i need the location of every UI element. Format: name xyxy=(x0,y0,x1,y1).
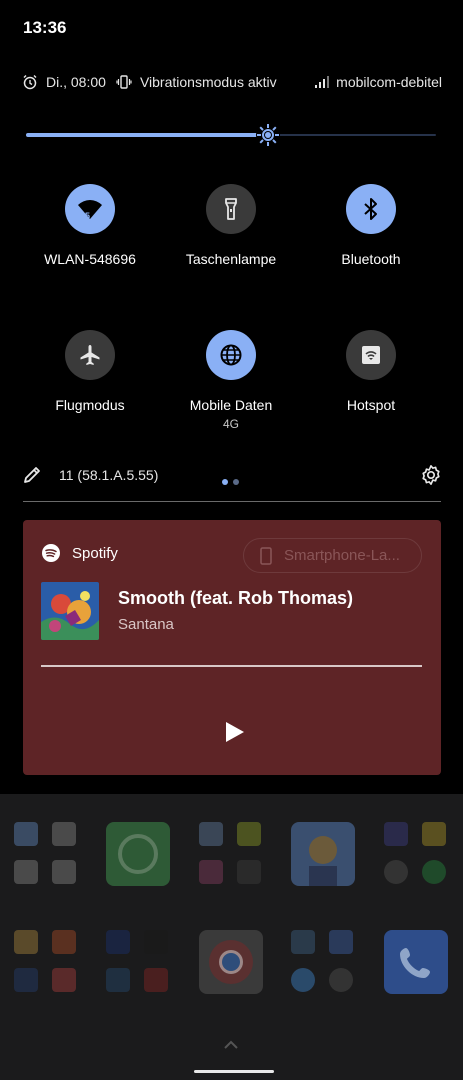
home-screen-background xyxy=(0,794,463,1080)
tile-wifi[interactable]: 5 WLAN-548696 xyxy=(20,184,160,267)
alarm-icon xyxy=(23,75,37,90)
app-icon xyxy=(14,930,38,954)
svg-text:5: 5 xyxy=(85,211,90,221)
disney-plus-icon xyxy=(106,930,130,954)
globe-icon[interactable] xyxy=(206,330,256,380)
tile-hotspot[interactable]: Hotspot xyxy=(301,330,441,413)
brightness-track xyxy=(278,134,436,136)
tile-mobile-data[interactable]: Mobile Daten 4G xyxy=(161,330,301,431)
chevron-up-icon[interactable] xyxy=(224,1040,238,1050)
netflix-icon xyxy=(144,930,168,954)
tile-label: Bluetooth xyxy=(341,251,401,267)
brightness-track-fill xyxy=(26,133,268,137)
app-icon xyxy=(291,930,315,954)
skrill-icon xyxy=(199,860,223,884)
seek-bar[interactable] xyxy=(41,665,422,667)
media-app-name: Spotify xyxy=(72,544,118,562)
media-app-header: Spotify xyxy=(42,544,118,562)
tile-sublabel: 4G xyxy=(222,417,239,431)
folder-streaming[interactable] xyxy=(106,930,170,994)
home-app-icon xyxy=(52,860,76,884)
phone-icon[interactable] xyxy=(384,930,448,994)
page-dot xyxy=(222,479,228,485)
page-indicator xyxy=(222,472,244,490)
prime-video-icon xyxy=(106,968,130,992)
navigation-handle[interactable] xyxy=(194,1070,274,1073)
airplane-icon[interactable] xyxy=(65,330,115,380)
tile-flashlight[interactable]: Taschenlampe xyxy=(161,184,301,267)
app-icon xyxy=(52,968,76,992)
spotify-icon xyxy=(42,544,60,562)
wifi-icon[interactable]: 5 xyxy=(65,184,115,234)
music-icon xyxy=(384,822,408,846)
track-title: Smooth (feat. Rob Thomas) xyxy=(118,588,353,608)
page-dot xyxy=(233,479,239,485)
alarm-time[interactable]: Di., 08:00 xyxy=(46,74,106,90)
edit-pencil-icon[interactable] xyxy=(22,465,42,485)
folder-apps[interactable] xyxy=(199,822,263,886)
telegram-icon xyxy=(291,968,315,992)
tile-airplane[interactable]: Flugmodus xyxy=(20,330,160,413)
brightness-icon[interactable] xyxy=(255,122,281,148)
track-artist: Santana xyxy=(118,616,174,633)
signal-icon xyxy=(315,76,330,88)
info-row: Di., 08:00 Vibrationsmodus aktiv mobilco… xyxy=(22,72,442,92)
brightness-slider[interactable] xyxy=(26,120,436,150)
chat-icon xyxy=(329,968,353,992)
folder-photo[interactable] xyxy=(14,930,78,994)
footer-divider xyxy=(23,501,441,502)
gmail-icon xyxy=(52,822,76,846)
status-time: 13:36 xyxy=(23,18,67,37)
folder-media[interactable] xyxy=(384,822,448,886)
smartphone-icon xyxy=(260,546,272,565)
album-art xyxy=(41,582,99,640)
tile-bluetooth[interactable]: Bluetooth xyxy=(301,184,441,267)
output-device-name: Smartphone-La... xyxy=(284,547,400,564)
lightroom-icon xyxy=(14,968,38,992)
output-device-chip[interactable]: Smartphone-La... xyxy=(243,538,422,573)
tile-label: Taschenlampe xyxy=(185,251,277,267)
flashlight-icon[interactable] xyxy=(206,184,256,234)
app-icon xyxy=(52,930,76,954)
chrome-icon[interactable] xyxy=(199,930,263,994)
spotify-app-icon xyxy=(422,860,446,884)
folder-social[interactable] xyxy=(291,930,355,994)
notification-shade: 13:36 Di., 08:00 Vibrationsmodus aktiv m… xyxy=(0,0,463,794)
quick-settings-footer: 11 (58.1.A.5.55) xyxy=(0,460,463,490)
fortnite-icon[interactable] xyxy=(291,822,355,886)
play-icon[interactable] xyxy=(222,720,246,744)
tile-label: WLAN-548696 xyxy=(44,251,136,267)
vibrate-icon xyxy=(116,75,132,89)
tile-label: Mobile Daten xyxy=(189,397,273,413)
tile-label: Hotspot xyxy=(346,397,396,413)
app-icon xyxy=(237,860,261,884)
messages-icon xyxy=(329,930,353,954)
app-icon xyxy=(237,822,261,846)
bluetooth-icon[interactable] xyxy=(346,184,396,234)
vibration-status[interactable]: Vibrationsmodus aktiv xyxy=(140,74,280,90)
calendar-icon xyxy=(14,822,38,846)
media-player-card[interactable]: Spotify Smartphone-La... Smooth (feat. R… xyxy=(23,520,441,775)
youtube-icon xyxy=(144,968,168,992)
folder-google[interactable] xyxy=(14,822,78,886)
app-icon xyxy=(422,822,446,846)
build-number[interactable]: 11 (58.1.A.5.55) xyxy=(59,467,158,483)
hotspot-icon[interactable] xyxy=(346,330,396,380)
app-icon xyxy=(199,822,223,846)
tile-label: Flugmodus xyxy=(55,397,125,413)
play-store-icon xyxy=(384,860,408,884)
settings-gear-icon[interactable] xyxy=(420,464,442,486)
carrier-name: mobilcom-debitel xyxy=(336,74,442,90)
google-icon xyxy=(14,860,38,884)
whatsapp-icon[interactable] xyxy=(106,822,170,886)
